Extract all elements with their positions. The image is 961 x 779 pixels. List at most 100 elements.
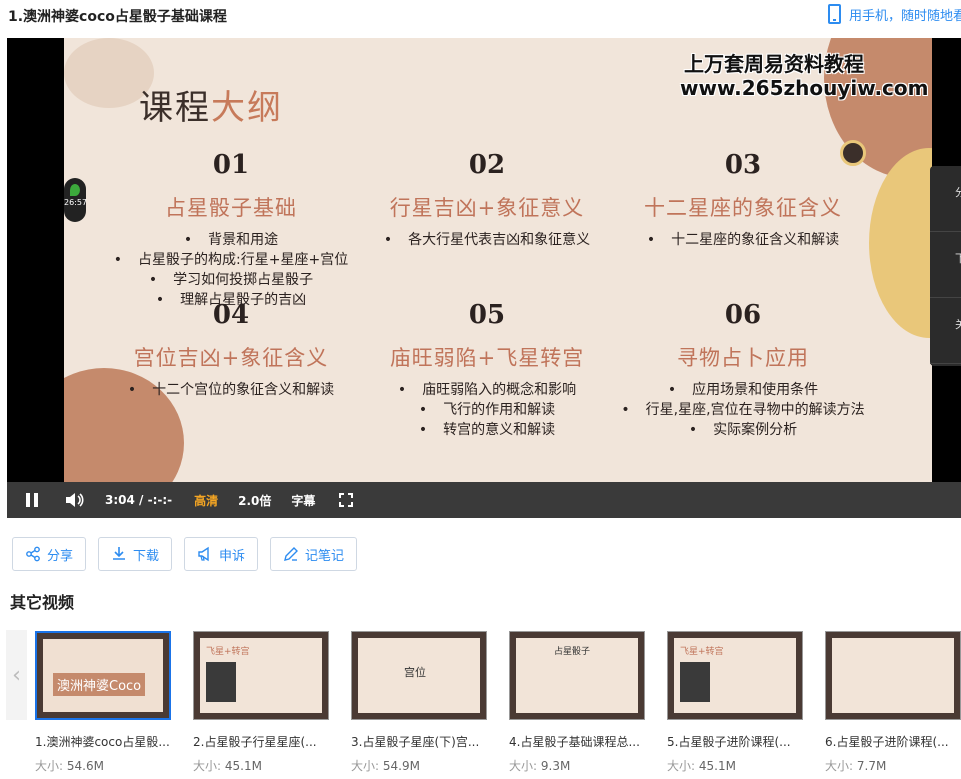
thumbnail-image: 占星骰子 (516, 638, 638, 713)
size-label: 大小: (667, 759, 696, 773)
video-thumbnail[interactable]: 占星骰子 (509, 631, 645, 720)
video-size: 大小: 45.1M (667, 757, 736, 774)
slide-title: 课程大纲 (139, 80, 283, 129)
video-title-link[interactable]: 4.占星骰子基础课程总... (509, 733, 649, 750)
video-title-link[interactable]: 5.占星骰子进阶课程(... (667, 733, 807, 750)
carousel-prev-button[interactable]: ‹ (6, 630, 27, 720)
side-share-button[interactable]: 分 (930, 166, 961, 232)
video-thumbnail[interactable]: 飞星+转宫 (193, 631, 329, 720)
section-bullet: 实际案例分析 (598, 420, 888, 440)
section-heading: 寻物占卜应用 (677, 346, 809, 370)
thumbnail-image: 澳洲神婆Coco (43, 639, 163, 712)
size-label: 大小: (193, 759, 222, 773)
video-size: 大小: 54.6M (35, 757, 104, 774)
size-label: 大小: (825, 759, 854, 773)
video-size: 大小: 9.3M (509, 757, 570, 774)
leaf-icon (70, 184, 80, 196)
edit-icon (284, 547, 299, 561)
section-heading: 庙旺弱陷+飞星转宫 (389, 346, 585, 370)
thumbnail-caption: 飞星+转宫 (206, 647, 250, 657)
video-thumbnail[interactable]: 澳洲神婆Coco (35, 631, 171, 720)
take-notes-button[interactable]: 记笔记 (270, 537, 358, 571)
video-title-link[interactable]: 1.澳洲神婆coco占星骰... (35, 733, 175, 750)
subtitle-button[interactable]: 字幕 (291, 492, 315, 509)
section-number: 03 (724, 150, 762, 180)
size-label: 大小: (35, 759, 64, 773)
thumbnail-image: 宫位 (358, 638, 480, 713)
mobile-watch-label: 用手机，随时随地看 (849, 8, 961, 24)
section-bullet: 学习如何投掷占星骰子 (86, 270, 376, 290)
section-heading: 行星吉凶+象征意义 (389, 196, 585, 220)
outline-section-04: 04 宫位吉凶+象征含义 十二个宫位的象征含义和解读 (86, 300, 376, 400)
download-button[interactable]: 下载 (98, 537, 173, 571)
video-player[interactable]: 课程大纲 上万套周易资料教程 www.265zhouyiw.com 01 占星骰… (7, 38, 961, 518)
section-heading: 占星骰子基础 (165, 196, 297, 220)
video-thumbnail[interactable]: 飞星+转宫 (667, 631, 803, 720)
size-value: 45.1M (698, 759, 736, 773)
video-frame: 课程大纲 上万套周易资料教程 www.265zhouyiw.com 01 占星骰… (64, 38, 932, 482)
report-button[interactable]: 申诉 (184, 537, 259, 571)
video-title-link[interactable]: 2.占星骰子行星星座(... (193, 733, 333, 750)
size-value: 54.6M (66, 759, 104, 773)
section-bullet: 占星骰子的构成:行星+星座+宫位 (86, 250, 376, 270)
header: 1.澳洲神婆coco占星骰子基础课程 用手机，随时随地看 (0, 0, 961, 32)
size-label: 大小: (509, 759, 538, 773)
quality-button[interactable]: 高清 (194, 492, 218, 509)
video-title-link[interactable]: 3.占星骰子星座(下)宫... (351, 733, 491, 750)
slide-title-part1: 课程 (139, 88, 211, 128)
fullscreen-icon[interactable] (339, 493, 354, 507)
size-value: 45.1M (224, 759, 262, 773)
share-label: 分享 (47, 548, 74, 564)
thumbnail-caption: 宫位 (404, 666, 426, 679)
slide-title-part2: 大纲 (211, 88, 283, 128)
thumbnail-figure (680, 662, 710, 702)
watermark-text: 上万套周易资料教程 (684, 52, 864, 76)
section-number: 04 (212, 300, 250, 330)
download-icon (113, 547, 126, 560)
timer-badge-label: 26:57 (64, 198, 88, 207)
megaphone-icon (198, 546, 209, 562)
section-number: 05 (468, 300, 506, 330)
video-title: 1.澳洲神婆coco占星骰子基础课程 (8, 9, 227, 25)
video-title-link[interactable]: 6.占星骰子进阶课程(... (825, 733, 961, 750)
share-icon (26, 546, 40, 562)
section-bullet: 应用场景和使用条件 (598, 380, 888, 400)
chevron-left-icon: ‹ (12, 662, 21, 688)
side-download-button[interactable]: 下 (930, 232, 961, 298)
side-close-button[interactable]: 关 (930, 298, 961, 364)
video-size: 大小: 45.1M (193, 757, 262, 774)
video-thumbnail[interactable]: 宫位 (351, 631, 487, 720)
thumbnail-caption: 澳洲神婆Coco (53, 673, 146, 696)
thumbnail-image: 飞星+转宫 (674, 638, 796, 713)
thumbnail-image (832, 638, 954, 713)
video-thumbnail[interactable] (825, 631, 961, 720)
other-videos-heading: 其它视频 (10, 593, 75, 612)
section-heading: 十二星座的象征含义 (644, 196, 842, 220)
section-bullet: 转宫的意义和解读 (342, 420, 632, 440)
volume-icon[interactable] (65, 492, 85, 508)
player-controls: 3:04 / -:-:- 高清 2.0倍 字幕 (7, 482, 961, 518)
timer-badge[interactable]: 26:57 (64, 178, 88, 222)
outline-section-02: 02 行星吉凶+象征意义 各大行星代表吉凶和象征意义 (342, 150, 632, 250)
section-bullet: 十二星座的象征含义和解读 (598, 230, 888, 250)
report-label: 申诉 (219, 548, 246, 564)
pause-icon[interactable] (26, 493, 39, 507)
video-size: 大小: 54.9M (351, 757, 420, 774)
download-label: 下载 (133, 548, 160, 564)
watermark-url: www.265zhouyiw.com (680, 76, 929, 100)
section-bullet: 飞行的作用和解读 (342, 400, 632, 420)
speed-button[interactable]: 2.0倍 (238, 492, 271, 509)
outline-section-03: 03 十二星座的象征含义 十二星座的象征含义和解读 (598, 150, 888, 250)
take-notes-label: 记笔记 (305, 548, 345, 564)
section-number: 02 (468, 150, 506, 180)
share-button[interactable]: 分享 (12, 537, 87, 571)
outline-section-05: 05 庙旺弱陷+飞星转宫 庙旺弱陷入的概念和影响 飞行的作用和解读 转宫的意义和… (342, 300, 632, 440)
thumbnail-figure (206, 662, 236, 702)
section-bullet: 十二个宫位的象征含义和解读 (86, 380, 376, 400)
section-heading: 宫位吉凶+象征含义 (133, 346, 329, 370)
outline-section-06: 06 寻物占卜应用 应用场景和使用条件 行星,星座,宫位在寻物中的解读方法 实际… (598, 300, 888, 440)
page: 1.澳洲神婆coco占星骰子基础课程 用手机，随时随地看 课程大纲 上万套周易资… (0, 0, 961, 779)
action-bar: 分享 下载 申诉 记笔记 (12, 537, 358, 571)
section-number: 06 (724, 300, 762, 330)
mobile-watch-link[interactable]: 用手机，随时随地看 (828, 4, 961, 24)
